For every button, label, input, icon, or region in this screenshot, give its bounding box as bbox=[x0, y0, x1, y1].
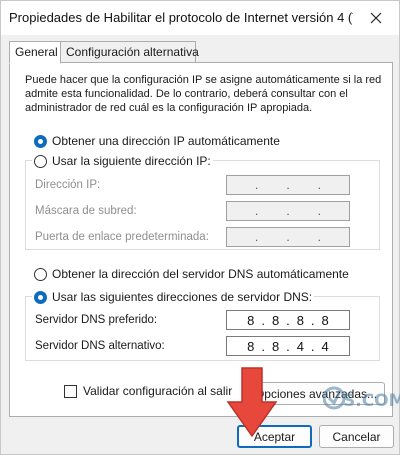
radio-dns-auto-indicator bbox=[34, 267, 47, 281]
intro-text: Puede hacer que la configuración IP se a… bbox=[25, 74, 382, 114]
radio-dns-auto-label: Obtener la dirección del servidor DNS au… bbox=[52, 267, 349, 281]
radio-dns-manual[interactable]: Usar las siguientes direcciones de servi… bbox=[32, 290, 315, 304]
radio-ip-auto[interactable]: Obtener una dirección IP automáticamente bbox=[34, 134, 280, 148]
ip-address-input: ... bbox=[226, 175, 350, 195]
red-arrow-icon bbox=[226, 367, 278, 438]
tab-alternate-config[interactable]: Configuración alternativa bbox=[60, 41, 199, 63]
tab-alternate-config-label: Configuración alternativa bbox=[66, 45, 199, 59]
radio-ip-auto-indicator bbox=[34, 134, 47, 148]
radio-ip-manual-indicator bbox=[34, 154, 47, 168]
validate-checkbox-box bbox=[64, 384, 77, 398]
dns-preferred-label: Servidor DNS preferido: bbox=[35, 314, 158, 326]
validate-checkbox[interactable]: Validar configuración al salir bbox=[64, 384, 232, 398]
gateway-label: Puerta de enlace predeterminada: bbox=[35, 231, 209, 243]
dns-preferred-octet-3: 8 bbox=[296, 312, 304, 328]
radio-dns-manual-indicator bbox=[34, 290, 47, 304]
radio-ip-manual-label: Usar la siguiente dirección IP: bbox=[52, 154, 211, 168]
dialog-window: Propiedades de Habilitar el protocolo de… bbox=[0, 0, 400, 455]
dns-alternate-octet-3: 4 bbox=[296, 338, 304, 354]
close-button[interactable] bbox=[353, 1, 399, 35]
radio-ip-auto-label: Obtener una dirección IP automáticamente bbox=[52, 134, 280, 148]
dns-alternate-octet-4: 4 bbox=[321, 338, 329, 354]
radio-dns-auto[interactable]: Obtener la dirección del servidor DNS au… bbox=[34, 267, 349, 281]
general-panel: Puede hacer que la configuración IP se a… bbox=[9, 62, 393, 417]
window-title: Propiedades de Habilitar el protocolo de… bbox=[9, 10, 397, 25]
subnet-mask-label: Máscara de subred: bbox=[35, 205, 137, 217]
cancel-button[interactable]: Cancelar bbox=[319, 425, 394, 448]
subnet-mask-input: ... bbox=[226, 201, 350, 221]
dns-preferred-octet-1: 8 bbox=[247, 312, 255, 328]
dns-preferred-input[interactable]: 8. 8. 8. 8 bbox=[226, 310, 350, 330]
title-bar: Propiedades de Habilitar el protocolo de… bbox=[1, 1, 399, 35]
dns-alternate-octet-2: 8 bbox=[271, 338, 280, 354]
watermark-text: S.COM bbox=[343, 391, 400, 411]
dns-alternate-input[interactable]: 8. 8. 4. 4 bbox=[226, 336, 350, 356]
cancel-button-label: Cancelar bbox=[332, 429, 381, 444]
radio-dns-manual-label: Usar las siguientes direcciones de servi… bbox=[52, 290, 313, 304]
radio-ip-manual[interactable]: Usar la siguiente dirección IP: bbox=[32, 154, 213, 168]
watermark-logo-icon bbox=[323, 386, 345, 410]
tab-general-label: General bbox=[15, 45, 58, 59]
dns-preferred-octet-2: 8 bbox=[271, 312, 280, 328]
validate-checkbox-label: Validar configuración al salir bbox=[83, 384, 233, 398]
dns-alternate-label: Servidor DNS alternativo: bbox=[35, 340, 165, 352]
dns-alternate-octet-1: 8 bbox=[247, 338, 255, 354]
dns-preferred-octet-4: 8 bbox=[321, 312, 329, 328]
close-icon bbox=[370, 12, 382, 24]
ip-address-label: Dirección IP: bbox=[35, 179, 101, 191]
tab-general[interactable]: General bbox=[9, 41, 61, 64]
gateway-input: ... bbox=[226, 227, 350, 247]
